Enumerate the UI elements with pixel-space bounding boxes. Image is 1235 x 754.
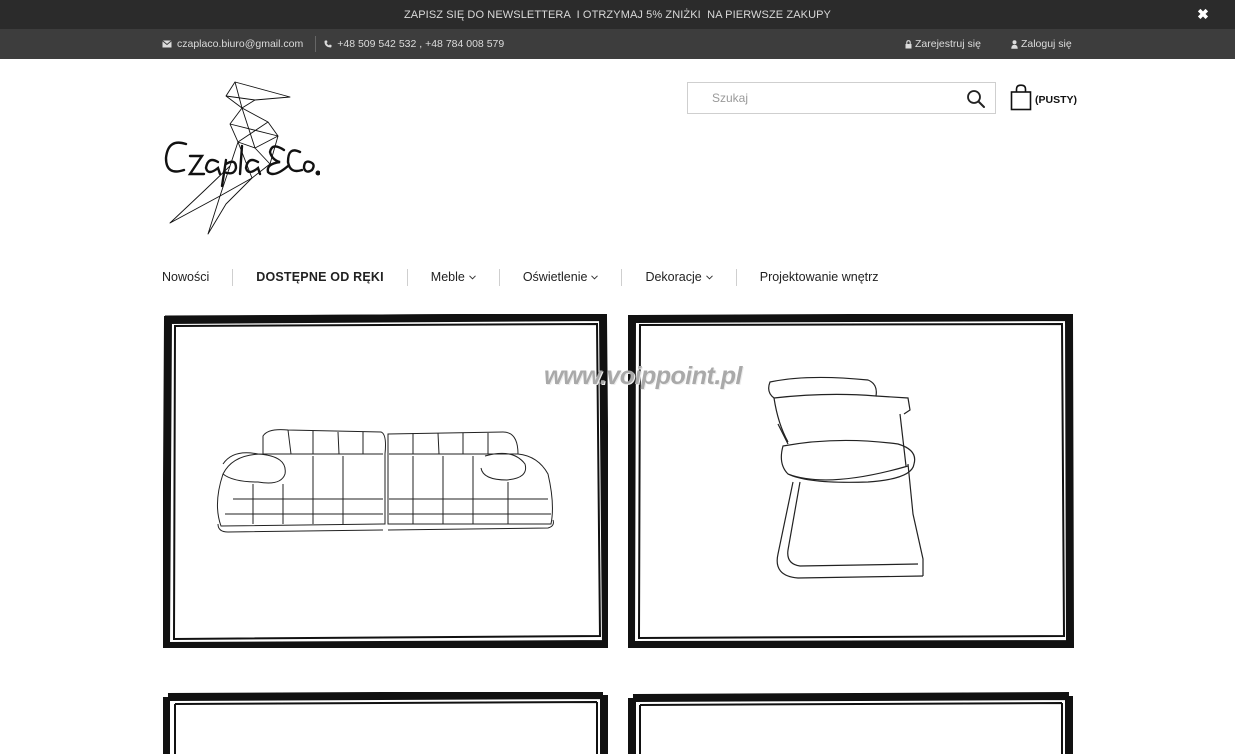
account-links: Zarejestruj się Zaloguj się — [905, 29, 1072, 59]
nav-item-label: Nowości — [162, 270, 210, 284]
nav-divider — [232, 268, 234, 286]
nav-item-nowosci[interactable]: Nowości — [162, 270, 209, 284]
watermark-text: www.voippoint.pl — [544, 362, 743, 390]
lock-icon — [905, 39, 912, 48]
register-link[interactable]: Zarejestruj się — [905, 38, 981, 50]
chevron-down-icon — [468, 274, 476, 280]
nav-item-label: DOSTĘPNE OD RĘKI — [256, 270, 384, 284]
email-text: czaplaco.biuro@gmail.com — [177, 38, 304, 50]
phone-text: +48 509 542 532 , +48 784 008 579 — [337, 38, 505, 50]
register-label: Zarejestruj się — [915, 38, 981, 50]
chevron-down-icon — [591, 274, 599, 280]
category-frame-image — [163, 692, 608, 754]
shopping-bag-icon — [1010, 84, 1032, 111]
nav-item-label: Oświetlenie — [522, 270, 588, 284]
category-tile-4[interactable] — [628, 692, 1074, 754]
close-icon[interactable]: ✖ — [1197, 7, 1209, 21]
heron-logo-graphic — [164, 81, 321, 235]
cart-status: (PUSTY) — [1035, 93, 1077, 106]
nav-item-dostepne-od-reki[interactable]: DOSTĘPNE OD RĘKI — [256, 270, 384, 284]
contact-divider — [315, 36, 317, 52]
contact-info: czaplaco.biuro@gmail.com +48 509 542 532… — [162, 29, 504, 59]
site-logo[interactable] — [160, 78, 321, 238]
nav-divider — [498, 268, 500, 286]
nav-divider — [406, 268, 408, 286]
search-icon[interactable] — [966, 89, 986, 109]
email-contact[interactable]: czaplaco.biuro@gmail.com — [162, 38, 303, 50]
category-frame-image — [628, 692, 1073, 754]
search-box — [687, 82, 996, 114]
newsletter-promo-bar: ZAPISZ SIĘ DO NEWSLETTERA I OTRZYMAJ 5% … — [0, 0, 1235, 29]
nav-item-meble[interactable]: Meble — [431, 270, 476, 284]
nav-divider — [621, 268, 623, 286]
nav-item-label: Projektowanie wnętrz — [759, 270, 879, 284]
login-link[interactable]: Zaloguj się — [1011, 38, 1072, 50]
nav-item-projektowanie-wnetrz[interactable]: Projektowanie wnętrz — [760, 270, 879, 284]
sofa-sketch-image — [163, 314, 608, 648]
nav-item-oswietlenie[interactable]: Oświetlenie — [523, 270, 599, 284]
chevron-down-icon — [705, 274, 713, 280]
nav-item-dekoracje[interactable]: Dekoracje — [645, 270, 713, 284]
category-tile-3[interactable] — [163, 692, 608, 754]
main-navigation: Nowości DOSTĘPNE OD RĘKI Meble Oświetlen… — [162, 266, 879, 288]
nav-item-label: Dekoracje — [645, 270, 702, 284]
login-label: Zaloguj się — [1020, 38, 1072, 50]
phone-contact[interactable]: +48 509 542 532 , +48 784 008 579 — [324, 38, 504, 50]
contact-bar: czaplaco.biuro@gmail.com +48 509 542 532… — [0, 29, 1235, 59]
envelope-icon — [162, 40, 172, 48]
search-input[interactable] — [689, 84, 959, 112]
category-tile-sofa[interactable] — [163, 314, 608, 648]
phone-icon — [324, 40, 332, 48]
user-icon — [1011, 39, 1018, 49]
promo-text[interactable]: ZAPISZ SIĘ DO NEWSLETTERA I OTRZYMAJ 5% … — [404, 9, 831, 21]
nav-divider — [735, 268, 737, 286]
nav-item-label: Meble — [430, 270, 465, 284]
cart-button[interactable]: (PUSTY) — [1010, 84, 1077, 111]
